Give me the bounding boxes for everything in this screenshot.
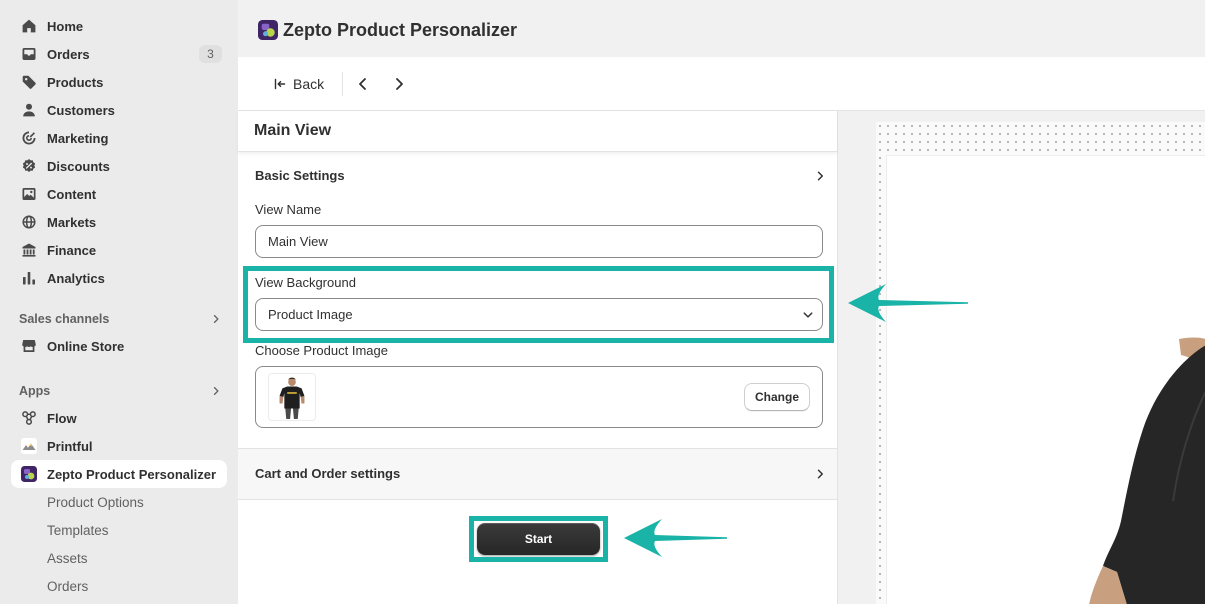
sidebar-subitem-product-options[interactable]: Product Options (11, 488, 227, 516)
sidebar-item-analytics[interactable]: Analytics (11, 264, 227, 292)
app-header: Zepto Product Personalizer (238, 0, 1205, 57)
sidebar-item-products[interactable]: Products (11, 68, 227, 96)
toolbar-divider (342, 72, 343, 96)
change-image-button[interactable]: Change (744, 383, 810, 411)
view-settings-panel: Main View Basic Settings View Name View … (238, 111, 838, 604)
cart-order-settings-heading: Cart and Order settings (255, 466, 401, 481)
product-image-picker: Change (255, 366, 823, 428)
start-button[interactable]: Start (477, 523, 600, 555)
sidebar-item-label: Products (47, 74, 104, 90)
sidebar-item-label: Customers (47, 102, 115, 118)
globe-icon (21, 214, 37, 230)
store-icon (21, 338, 37, 354)
view-background-select[interactable]: Product Image (255, 298, 823, 331)
sidebar-item-home[interactable]: Home (11, 12, 227, 40)
sidebar-item-zepto-product-personalizer[interactable]: Zepto Product Personalizer (11, 460, 227, 488)
zepto-app-icon (21, 466, 37, 482)
sidebar-item-label: Zepto Product Personalizer (47, 466, 217, 482)
flow-icon (21, 410, 37, 426)
sidebar-item-content[interactable]: Content (11, 180, 227, 208)
sidebar-item-online-store[interactable]: Online Store (11, 332, 227, 360)
view-name-label: View Name (255, 202, 322, 217)
sidebar-subitem-orders[interactable]: Orders (11, 572, 227, 600)
apps-heading-label: Apps (19, 384, 51, 398)
view-background-value: Product Image (268, 307, 353, 322)
editor-toolbar: Back (238, 57, 1205, 111)
back-arrow-icon (274, 78, 286, 90)
basic-settings-heading[interactable]: Basic Settings (255, 168, 345, 184)
back-button[interactable]: Back (266, 70, 332, 98)
zepto-app-icon (258, 20, 278, 40)
sales-channels-heading[interactable]: Sales channels (0, 306, 238, 332)
bar-chart-icon (21, 270, 37, 286)
product-image (1081, 331, 1205, 604)
back-button-label: Back (293, 76, 325, 92)
product-image-thumbnail[interactable] (268, 373, 316, 421)
panel-header: Main View (238, 111, 837, 152)
home-icon (21, 18, 37, 34)
sidebar-item-label: Marketing (47, 130, 109, 146)
target-icon (21, 130, 37, 146)
content-icon (21, 186, 37, 202)
person-icon (21, 102, 37, 118)
sidebar-item-customers[interactable]: Customers (11, 96, 227, 124)
sidebar-item-label: Discounts (47, 158, 110, 174)
sidebar-item-markets[interactable]: Markets (11, 208, 227, 236)
sidebar-item-finance[interactable]: Finance (11, 236, 227, 264)
sidebar-item-label: Finance (47, 242, 97, 258)
sidebar-item-label: Orders (47, 46, 90, 62)
sidebar-item-label: Analytics (47, 270, 105, 286)
sidebar-item-label: Content (47, 186, 97, 202)
chevron-right-icon[interactable] (210, 385, 222, 397)
bank-icon (21, 242, 37, 258)
discount-icon (21, 158, 37, 174)
sidebar-item-label: Flow (47, 410, 77, 426)
sidebar: Home Orders 3 Products Customers Marketi… (0, 0, 238, 604)
preview-area (838, 111, 1205, 604)
sidebar-item-marketing[interactable]: Marketing (11, 124, 227, 152)
orders-count-badge: 3 (199, 45, 222, 63)
view-background-label: View Background (255, 275, 356, 290)
sidebar-item-label: Home (47, 18, 84, 34)
printful-icon (21, 438, 37, 454)
next-button[interactable] (385, 70, 413, 98)
cart-order-settings-section[interactable]: Cart and Order settings (238, 448, 837, 500)
sidebar-subitem-assets[interactable]: Assets (11, 544, 227, 572)
view-name-input[interactable] (255, 225, 823, 258)
tag-icon (21, 74, 37, 90)
choose-product-image-label: Choose Product Image (255, 343, 388, 358)
sidebar-item-label: Printful (47, 438, 93, 454)
chevron-left-icon (355, 76, 371, 92)
panel-title: Main View (254, 122, 332, 139)
orders-icon (21, 46, 37, 62)
sidebar-subitem-templates[interactable]: Templates (11, 516, 227, 544)
previous-button[interactable] (349, 70, 377, 98)
design-canvas[interactable] (886, 155, 1205, 604)
chevron-right-icon[interactable] (814, 170, 826, 182)
sidebar-item-label: Online Store (47, 338, 125, 354)
apps-heading[interactable]: Apps (0, 378, 238, 404)
chevron-right-icon[interactable] (210, 313, 222, 325)
page-title: Zepto Product Personalizer (283, 20, 518, 40)
sidebar-item-flow[interactable]: Flow (11, 404, 227, 432)
sidebar-item-printful[interactable]: Printful (11, 432, 227, 460)
sidebar-item-discounts[interactable]: Discounts (11, 152, 227, 180)
sidebar-item-label: Markets (47, 214, 97, 230)
chevron-down-icon (802, 309, 814, 321)
chevron-right-icon (391, 76, 407, 92)
sidebar-item-orders[interactable]: Orders 3 (11, 40, 227, 68)
sales-channels-heading-label: Sales channels (19, 312, 110, 326)
chevron-right-icon[interactable] (814, 468, 826, 480)
